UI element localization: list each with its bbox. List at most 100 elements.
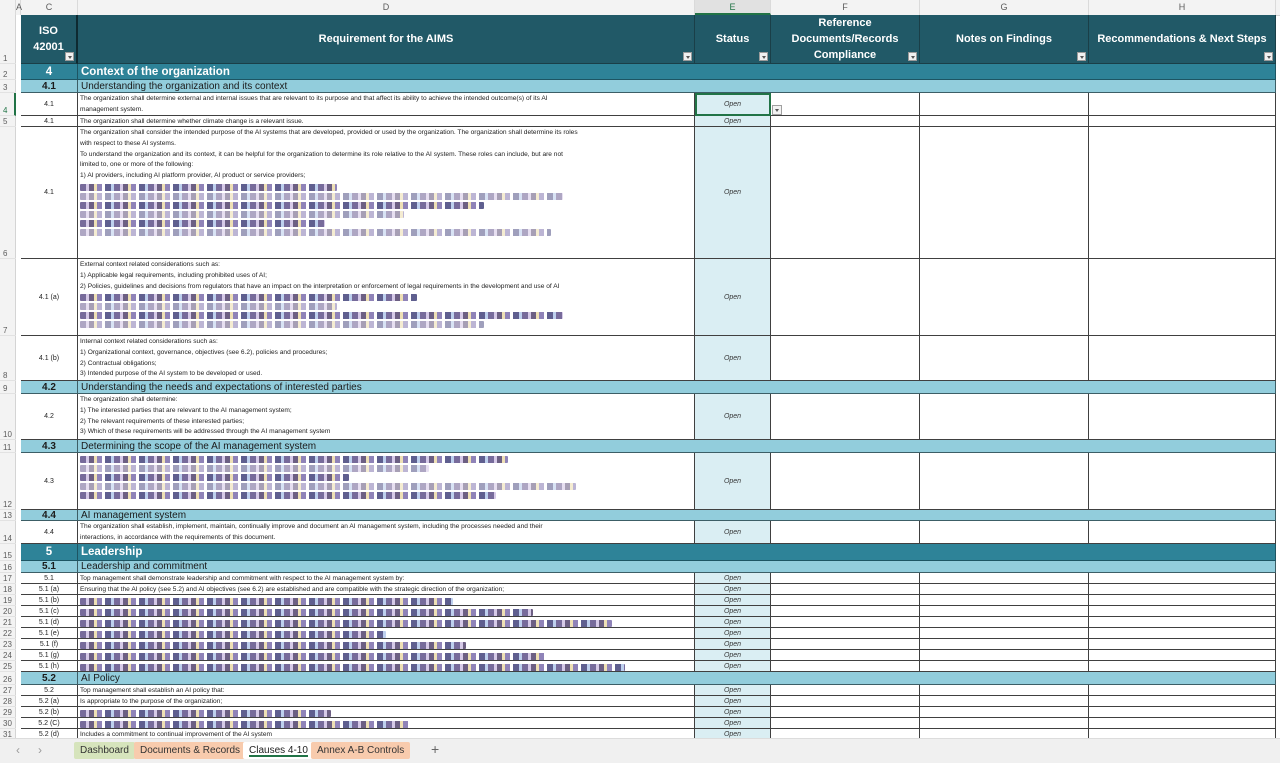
notes-cell[interactable] xyxy=(920,116,1089,127)
requirement-text-cell[interactable] xyxy=(78,628,695,639)
recommendations-cell[interactable] xyxy=(1089,595,1276,606)
recommendations-cell[interactable] xyxy=(1089,521,1276,544)
clause-ref-cell[interactable]: 4.1 (b) xyxy=(21,336,78,381)
row-number[interactable]: 10 xyxy=(0,394,16,440)
sheet-tab-dashboard[interactable]: Dashboard xyxy=(74,742,135,759)
sub-number[interactable]: 5.1 xyxy=(21,561,78,573)
row-number[interactable]: 12 xyxy=(0,453,16,510)
sub-title[interactable]: Understanding the needs and expectations… xyxy=(78,381,1276,394)
notes-cell[interactable] xyxy=(920,127,1089,259)
recommendations-cell[interactable] xyxy=(1089,718,1276,729)
sub-number[interactable]: 4.2 xyxy=(21,381,78,394)
status-cell[interactable]: Open xyxy=(695,584,771,595)
row-number[interactable]: 5 xyxy=(0,116,16,127)
row-number[interactable]: 20 xyxy=(0,606,16,617)
next-sheet-icon[interactable]: › xyxy=(38,743,42,757)
requirement-text-cell[interactable]: The organization shall consider the inte… xyxy=(78,127,695,259)
requirement-text-cell[interactable]: Internal context related considerations … xyxy=(78,336,695,381)
notes-cell[interactable] xyxy=(920,336,1089,381)
sub-number[interactable]: 4.3 xyxy=(21,440,78,453)
sheet-tab-clauses-4-10[interactable]: Clauses 4-10 xyxy=(243,742,314,759)
clause-ref-cell[interactable]: 5.1 (b) xyxy=(21,595,78,606)
status-cell[interactable]: Open xyxy=(695,394,771,440)
clause-ref-cell[interactable]: 5.1 (d) xyxy=(21,617,78,628)
requirement-text-cell[interactable] xyxy=(78,639,695,650)
reference-docs-cell[interactable] xyxy=(771,685,920,696)
row-number[interactable]: 8 xyxy=(0,336,16,381)
reference-docs-cell[interactable] xyxy=(771,584,920,595)
recommendations-cell[interactable] xyxy=(1089,661,1276,672)
column-header-c[interactable]: C xyxy=(21,0,78,15)
column-header-f[interactable]: F xyxy=(771,0,920,15)
clause-ref-cell[interactable]: 5.1 xyxy=(21,573,78,584)
recommendations-cell[interactable] xyxy=(1089,606,1276,617)
notes-cell[interactable] xyxy=(920,595,1089,606)
row-number[interactable]: 16 xyxy=(0,561,16,573)
row-number[interactable]: 28 xyxy=(0,696,16,707)
row-number[interactable]: 21 xyxy=(0,617,16,628)
reference-docs-cell[interactable] xyxy=(771,259,920,336)
row-number[interactable]: 29 xyxy=(0,707,16,718)
clause-ref-cell[interactable]: 5.1 (g) xyxy=(21,650,78,661)
column-header-e[interactable]: E xyxy=(695,0,771,15)
reference-docs-cell[interactable] xyxy=(771,650,920,661)
reference-docs-cell[interactable] xyxy=(771,394,920,440)
sub-number[interactable]: 4.1 xyxy=(21,80,78,93)
row-number[interactable]: 19 xyxy=(0,595,16,606)
status-cell[interactable]: Open xyxy=(695,127,771,259)
requirement-text-cell[interactable]: Is appropriate to the purpose of the org… xyxy=(78,696,695,707)
notes-cell[interactable] xyxy=(920,707,1089,718)
reference-docs-cell[interactable] xyxy=(771,707,920,718)
recommendations-cell[interactable] xyxy=(1089,259,1276,336)
requirement-text-cell[interactable]: The organization shall determine whether… xyxy=(78,116,695,127)
status-cell[interactable]: Open xyxy=(695,661,771,672)
clause-ref-cell[interactable]: 5.1 (f) xyxy=(21,639,78,650)
reference-docs-cell[interactable] xyxy=(771,453,920,510)
clause-ref-cell[interactable]: 5.1 (e) xyxy=(21,628,78,639)
recommendations-cell[interactable] xyxy=(1089,584,1276,595)
sub-title[interactable]: AI Policy xyxy=(78,672,1276,685)
recommendations-cell[interactable] xyxy=(1089,116,1276,127)
status-cell[interactable]: Open xyxy=(695,639,771,650)
recommendations-cell[interactable] xyxy=(1089,696,1276,707)
status-cell[interactable]: Open xyxy=(695,718,771,729)
status-cell[interactable]: Open xyxy=(695,707,771,718)
status-cell[interactable]: Open xyxy=(695,453,771,510)
reference-docs-cell[interactable] xyxy=(771,628,920,639)
requirement-text-cell[interactable]: The organization shall establish, implem… xyxy=(78,521,695,544)
row-number[interactable]: 18 xyxy=(0,584,16,595)
row-number[interactable]: 11 xyxy=(0,440,16,453)
recommendations-cell[interactable] xyxy=(1089,685,1276,696)
recommendations-cell[interactable] xyxy=(1089,93,1276,116)
clause-ref-cell[interactable]: 5.1 (h) xyxy=(21,661,78,672)
recommendations-cell[interactable] xyxy=(1089,127,1276,259)
notes-cell[interactable] xyxy=(920,617,1089,628)
notes-cell[interactable] xyxy=(920,584,1089,595)
notes-cell[interactable] xyxy=(920,639,1089,650)
requirement-text-cell[interactable]: External context related considerations … xyxy=(78,259,695,336)
clause-ref-cell[interactable]: 4.1 xyxy=(21,93,78,116)
clause-ref-cell[interactable]: 5.2 (C) xyxy=(21,718,78,729)
sheet-tab-annex-controls[interactable]: Annex A-B Controls xyxy=(311,742,411,759)
notes-cell[interactable] xyxy=(920,685,1089,696)
reference-docs-cell[interactable] xyxy=(771,116,920,127)
status-cell[interactable]: Open xyxy=(695,93,771,116)
requirement-text-cell[interactable]: Top management shall demonstrate leaders… xyxy=(78,573,695,584)
clause-ref-cell[interactable]: 4.2 xyxy=(21,394,78,440)
requirement-text-cell[interactable]: The organization shall determine externa… xyxy=(78,93,695,116)
clause-ref-cell[interactable]: 4.4 xyxy=(21,521,78,544)
requirement-text-cell[interactable] xyxy=(78,707,695,718)
sub-title[interactable]: AI management system xyxy=(78,510,1276,521)
reference-docs-cell[interactable] xyxy=(771,606,920,617)
requirement-text-cell[interactable] xyxy=(78,595,695,606)
reference-docs-cell[interactable] xyxy=(771,661,920,672)
prev-sheet-icon[interactable]: ‹ xyxy=(16,743,20,757)
recommendations-cell[interactable] xyxy=(1089,707,1276,718)
sub-number[interactable]: 4.4 xyxy=(21,510,78,521)
status-cell[interactable]: Open xyxy=(695,259,771,336)
reference-docs-cell[interactable] xyxy=(771,595,920,606)
notes-cell[interactable] xyxy=(920,394,1089,440)
filter-dropdown-icon[interactable] xyxy=(65,52,74,61)
recommendations-cell[interactable] xyxy=(1089,573,1276,584)
notes-cell[interactable] xyxy=(920,661,1089,672)
